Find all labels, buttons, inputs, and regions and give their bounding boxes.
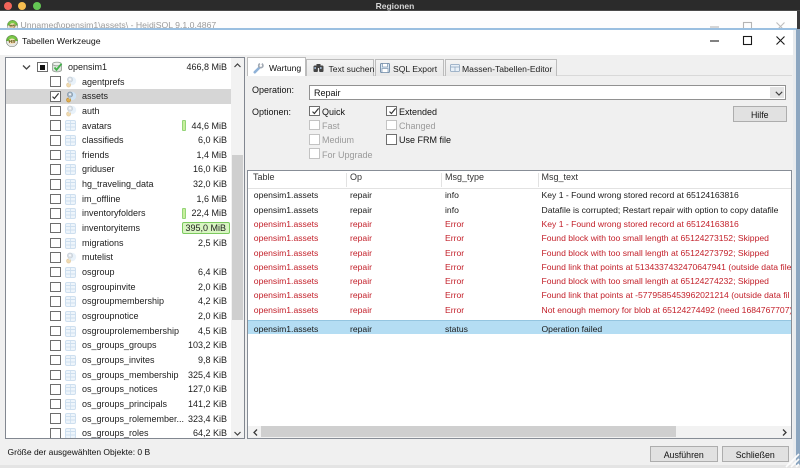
svg-text:HS: HS: [8, 39, 14, 44]
